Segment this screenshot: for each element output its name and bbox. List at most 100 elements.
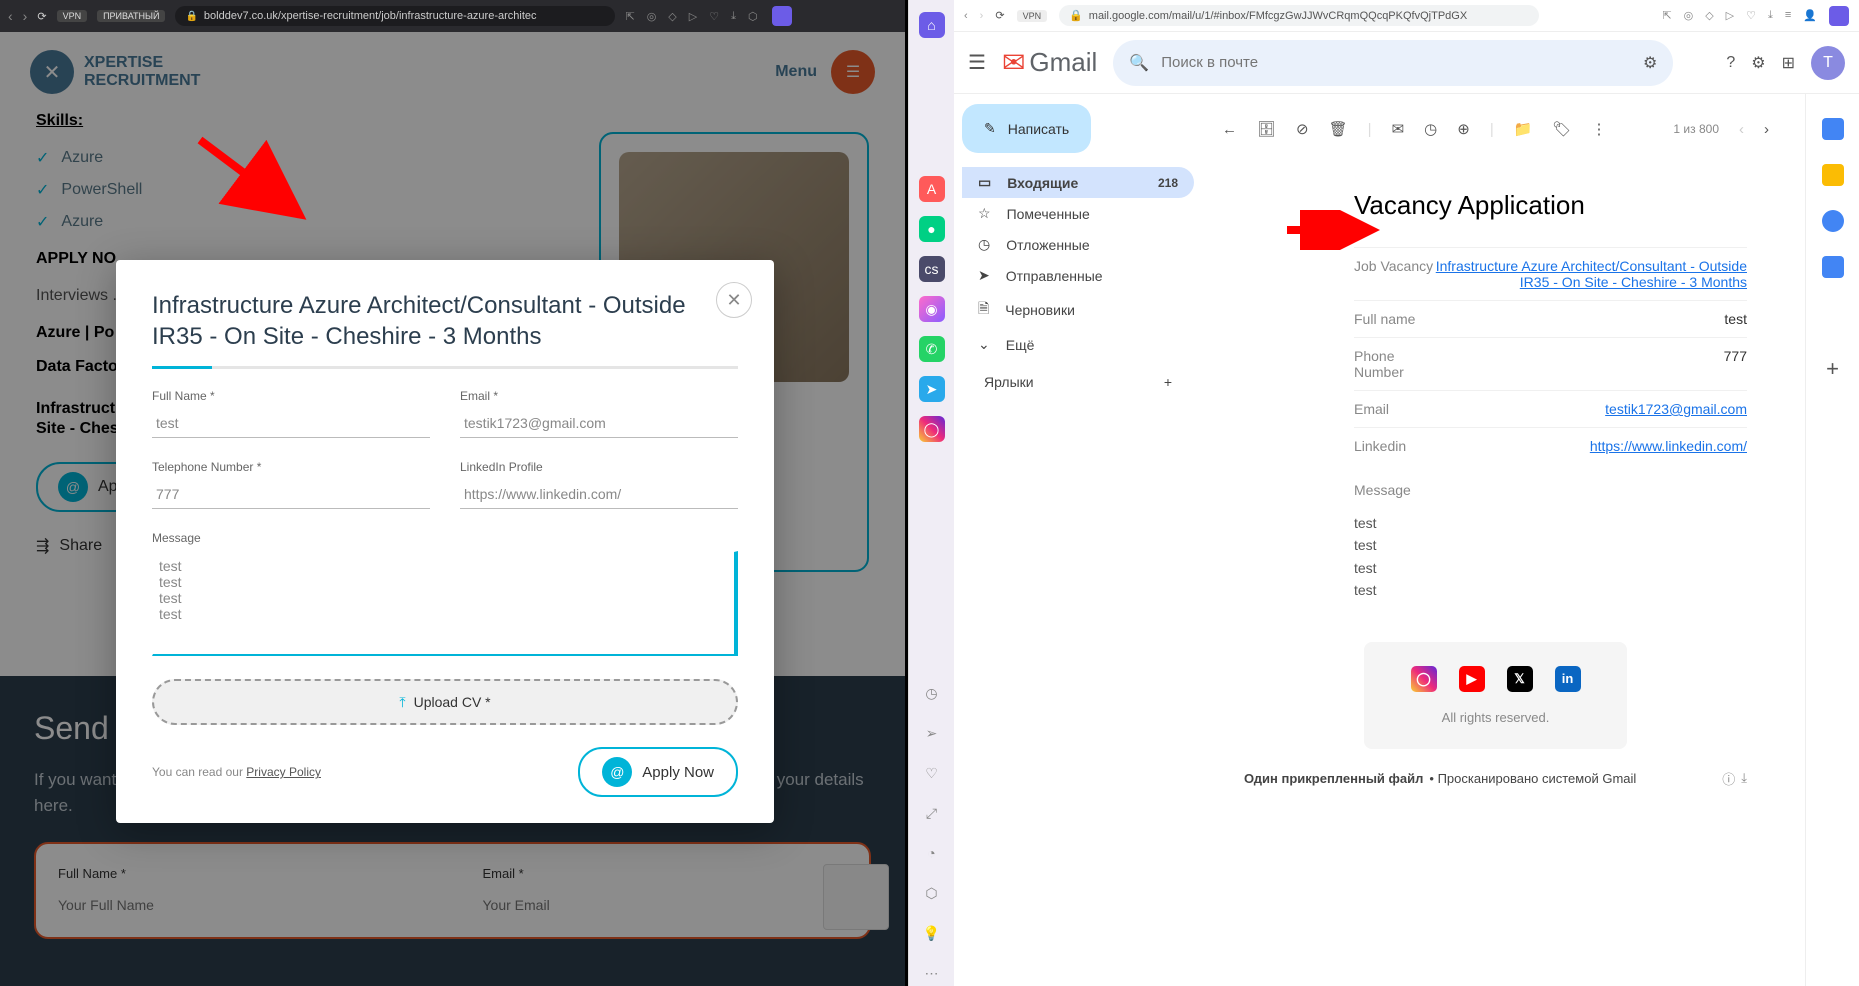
more-icon[interactable]: ⋯	[919, 960, 945, 986]
settings-icon[interactable]: ⚙	[1751, 53, 1765, 73]
annotation-arrow-1	[190, 130, 330, 240]
add-icon[interactable]: +	[1826, 356, 1839, 382]
li-link[interactable]: https://www.linkedin.com/	[1590, 438, 1747, 454]
keep-icon[interactable]	[1822, 164, 1844, 186]
tune-icon[interactable]: ⚙	[1643, 53, 1657, 73]
send-icon[interactable]: ➢	[919, 720, 945, 746]
privacy-link[interactable]: Privacy Policy	[246, 765, 321, 779]
back-icon[interactable]: ‹	[964, 10, 968, 22]
email-link[interactable]: testik1723@gmail.com	[1605, 401, 1747, 417]
nav-inbox[interactable]: ▭Входящие218	[962, 167, 1194, 198]
upload-cv-button[interactable]: ⤒ Upload CV *	[152, 679, 738, 725]
menu-icon[interactable]: ≡	[1785, 9, 1791, 22]
account-avatar[interactable]: T	[1811, 46, 1845, 80]
task-icon[interactable]: ⊕	[1457, 120, 1470, 138]
email-input[interactable]	[460, 409, 738, 438]
more-icon[interactable]: ⋮	[1591, 120, 1606, 138]
at-icon: @	[602, 757, 632, 787]
email-body: Vacancy Application Job VacancyInfrastru…	[1204, 160, 1787, 968]
profile-icon[interactable]: 👤	[1803, 9, 1817, 22]
close-icon[interactable]: ✕	[716, 282, 752, 318]
help-icon[interactable]: ?	[1726, 54, 1735, 72]
unread-icon[interactable]: ✉	[1392, 120, 1405, 138]
hamburger-icon[interactable]: ☰	[968, 50, 986, 75]
calendar-icon[interactable]	[1822, 118, 1844, 140]
history-icon[interactable]: ◷	[919, 680, 945, 706]
job-link[interactable]: Infrastructure Azure Architect/Consultan…	[1436, 258, 1747, 290]
youtube-icon[interactable]: ▶	[1459, 666, 1485, 692]
back-icon[interactable]: ‹	[8, 8, 13, 24]
download-icon[interactable]: ⤓	[1768, 9, 1773, 22]
instagram-icon[interactable]: ◯	[919, 416, 945, 442]
play-icon[interactable]: ▷	[689, 10, 697, 23]
linkedin-icon[interactable]: in	[1555, 666, 1581, 692]
right-url-bar[interactable]: 🔒 mail.google.com/mail/u/1/#inbox/FMfcgz…	[1059, 5, 1539, 26]
app-icon-3[interactable]: cs	[919, 256, 945, 282]
camera-icon[interactable]: ◎	[1684, 9, 1694, 22]
compose-button[interactable]: ✎ Написать	[962, 104, 1091, 153]
camera-icon[interactable]: ◎	[647, 10, 657, 23]
download-icon[interactable]: ⤓	[731, 10, 736, 23]
message-textarea[interactable]	[152, 551, 738, 656]
attach-info-icon[interactable]: ⓘ	[1722, 769, 1735, 788]
telegram-icon[interactable]: ➤	[919, 376, 945, 402]
reload-icon[interactable]: ⟳	[37, 10, 46, 23]
copy-icon[interactable]: ⇱	[1662, 9, 1671, 22]
gmail-right-sidebar: +	[1805, 94, 1859, 986]
heart-icon[interactable]: ♡	[919, 760, 945, 786]
nav-snoozed[interactable]: ◷Отложенные	[962, 229, 1194, 260]
x-icon[interactable]: 𝕏	[1507, 666, 1533, 692]
forward-icon[interactable]: ›	[980, 10, 984, 22]
attach-count: Один прикрепленный файл	[1244, 771, 1423, 786]
shield-icon[interactable]: ◇	[1705, 9, 1713, 22]
heart-icon[interactable]: ♡	[709, 10, 719, 23]
ext1-icon[interactable]: ⬡	[748, 10, 758, 23]
spam-icon[interactable]: ⊘	[1296, 120, 1309, 138]
messenger-icon[interactable]: ◉	[919, 296, 945, 322]
label-icon[interactable]: 🏷	[1552, 120, 1571, 138]
reload-icon[interactable]: ⟳	[995, 9, 1004, 22]
archive-icon[interactable]: 🗄	[1257, 120, 1276, 138]
bulb-icon[interactable]: 💡	[919, 920, 945, 946]
whatsapp-icon[interactable]: ✆	[919, 336, 945, 362]
fullname-input[interactable]	[152, 409, 430, 438]
nav-drafts[interactable]: 🗎Черновики	[962, 291, 1194, 329]
nav-sent[interactable]: ➤Отправленные	[962, 260, 1194, 291]
move-icon[interactable]: 📁	[1514, 120, 1533, 138]
prev-icon[interactable]: ‹	[1739, 121, 1744, 138]
next-icon[interactable]: ›	[1764, 121, 1769, 138]
cube-icon[interactable]: ⬡	[919, 880, 945, 906]
clock-icon[interactable]: ◔	[919, 840, 945, 866]
gmail-logo[interactable]: ✉ Gmail	[1002, 46, 1097, 79]
delete-icon[interactable]: 🗑	[1329, 120, 1348, 138]
add-label-icon[interactable]: +	[1164, 374, 1172, 390]
forward-icon[interactable]: ›	[23, 8, 28, 24]
play-icon[interactable]: ▷	[1726, 9, 1734, 22]
linkedin-input[interactable]	[460, 480, 738, 509]
apply-now-button[interactable]: @ Apply Now	[578, 747, 738, 797]
stats-icon[interactable]: ⤢	[919, 800, 945, 826]
app-icon-1[interactable]: A	[919, 176, 945, 202]
snooze-icon[interactable]: ◷	[1424, 120, 1437, 138]
nav-starred[interactable]: ☆Помеченные	[962, 198, 1194, 229]
shield-icon[interactable]: ◇	[668, 10, 676, 23]
instagram-icon[interactable]: ◯	[1411, 666, 1437, 692]
gmail-search-input[interactable]	[1161, 54, 1631, 71]
extension-icon[interactable]	[1829, 6, 1849, 26]
tasks-icon[interactable]	[1822, 210, 1844, 232]
msg-heading: Message	[1354, 482, 1747, 498]
home-icon[interactable]: ⌂	[919, 12, 945, 38]
app-icon-2[interactable]: ●	[919, 216, 945, 242]
attach-download-icon[interactable]: ⤓	[1741, 770, 1747, 786]
heart-icon[interactable]: ♡	[1746, 9, 1756, 22]
gmail-search[interactable]: 🔍 ⚙	[1113, 40, 1673, 86]
tel-input[interactable]	[152, 480, 430, 509]
left-url-bar[interactable]: 🔒 bolddev7.co.uk/xpertise-recruitment/jo…	[175, 6, 615, 26]
contacts-icon[interactable]	[1822, 256, 1844, 278]
extension-icon[interactable]	[772, 6, 792, 26]
opera-sidebar: ⌂ A ● cs ◉ ✆ ➤ ◯ ◷ ➢ ♡ ⤢ ◔ ⬡ 💡 ⋯	[908, 0, 954, 986]
apps-icon[interactable]: ⊞	[1782, 53, 1795, 73]
share-icon[interactable]: ⇱	[625, 10, 634, 23]
nav-more[interactable]: ⌄Ещё	[962, 329, 1194, 360]
back-arrow-icon[interactable]: ←	[1222, 121, 1237, 138]
